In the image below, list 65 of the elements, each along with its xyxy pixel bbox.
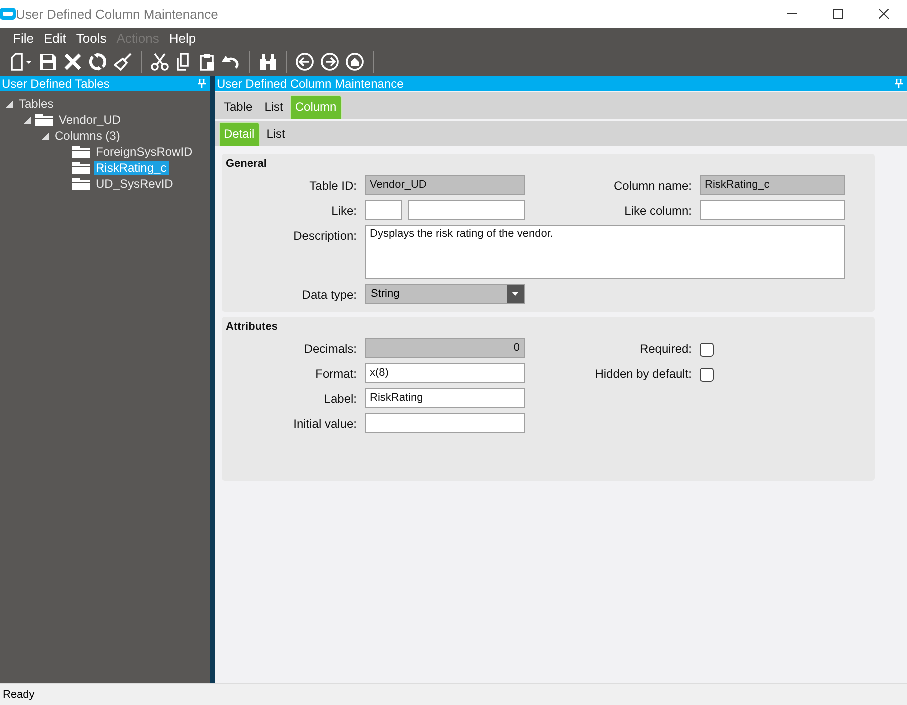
field-label: Table ID:: [308, 178, 357, 193]
section-title: Attributes: [225, 321, 279, 333]
field-label: Description:: [292, 228, 357, 243]
read-only-field: 0: [365, 338, 525, 358]
expanded-triangle-icon[interactable]: [42, 132, 49, 140]
input-field[interactable]: RiskRating: [365, 388, 525, 408]
section-title: General: [225, 158, 268, 170]
menu-item[interactable]: Tools: [71, 30, 112, 46]
field-label: Format:: [314, 366, 357, 381]
input-field[interactable]: [365, 200, 402, 220]
expanded-triangle-icon[interactable]: [24, 116, 31, 124]
paste-icon[interactable]: [199, 53, 215, 71]
expanded-triangle-icon[interactable]: [6, 100, 13, 108]
copy-icon[interactable]: [176, 53, 192, 71]
tab[interactable]: List: [260, 95, 288, 119]
broom-icon[interactable]: [114, 53, 132, 71]
folder-icon: [35, 114, 53, 126]
window-title: User Defined Column Maintenance: [16, 6, 220, 22]
checkbox[interactable]: [700, 343, 714, 357]
pin-icon[interactable]: [895, 79, 903, 88]
field-label: Like:: [330, 203, 357, 218]
input-field[interactable]: [700, 200, 845, 220]
field-label: Hidden by default:: [594, 366, 692, 381]
field-label: Initial value:: [292, 416, 357, 431]
refresh-icon[interactable]: [89, 53, 107, 71]
scissors-icon[interactable]: [151, 53, 169, 71]
binoculars-icon[interactable]: [259, 53, 277, 71]
panel-title: User Defined Tables: [2, 76, 110, 90]
status-text: Ready: [3, 688, 35, 700]
maximize-icon[interactable]: [833, 9, 843, 19]
read-only-field: Vendor_UD: [365, 175, 525, 195]
tree-item[interactable]: Columns (3): [53, 129, 122, 143]
input-field[interactable]: [408, 200, 525, 220]
field-label: Required:: [638, 341, 692, 356]
panel-title: User Defined Column Maintenance: [217, 76, 404, 90]
tab[interactable]: List: [262, 122, 290, 146]
folder-icon: [72, 162, 90, 174]
field-label: Decimals:: [303, 341, 357, 356]
folder-icon: [72, 146, 90, 158]
tree-item[interactable]: Vendor_UD: [57, 113, 124, 127]
menu-item[interactable]: Edit: [38, 30, 72, 46]
checkbox[interactable]: [700, 368, 714, 382]
tree-item[interactable]: ForeignSysRowID: [94, 145, 195, 159]
field-label: Data type:: [301, 287, 357, 302]
pin-icon[interactable]: [198, 79, 206, 88]
menu-item[interactable]: File: [8, 30, 39, 46]
dropdown[interactable]: String: [365, 284, 525, 304]
input-field[interactable]: [365, 413, 525, 433]
home-icon[interactable]: [346, 53, 364, 71]
text-area[interactable]: Dysplays the risk rating of the vendor.: [365, 225, 845, 279]
caret-icon: [512, 292, 519, 296]
field-label: Label:: [323, 391, 357, 406]
input-field[interactable]: x(8): [365, 363, 525, 383]
close-icon[interactable]: [879, 9, 889, 19]
folder-icon: [72, 178, 90, 190]
tree-item[interactable]: Tables: [17, 97, 56, 111]
tab[interactable]: Table: [219, 95, 258, 119]
field-label: Like column:: [624, 203, 692, 218]
save-icon[interactable]: [39, 53, 57, 71]
new-document-icon[interactable]: [10, 53, 32, 71]
tree-item[interactable]: UD_SysRevID: [94, 177, 176, 191]
delete-icon[interactable]: [64, 53, 82, 71]
read-only-field: RiskRating_c: [700, 175, 845, 195]
field-label: Column name:: [612, 178, 692, 193]
menu-item[interactable]: Help: [164, 30, 202, 46]
